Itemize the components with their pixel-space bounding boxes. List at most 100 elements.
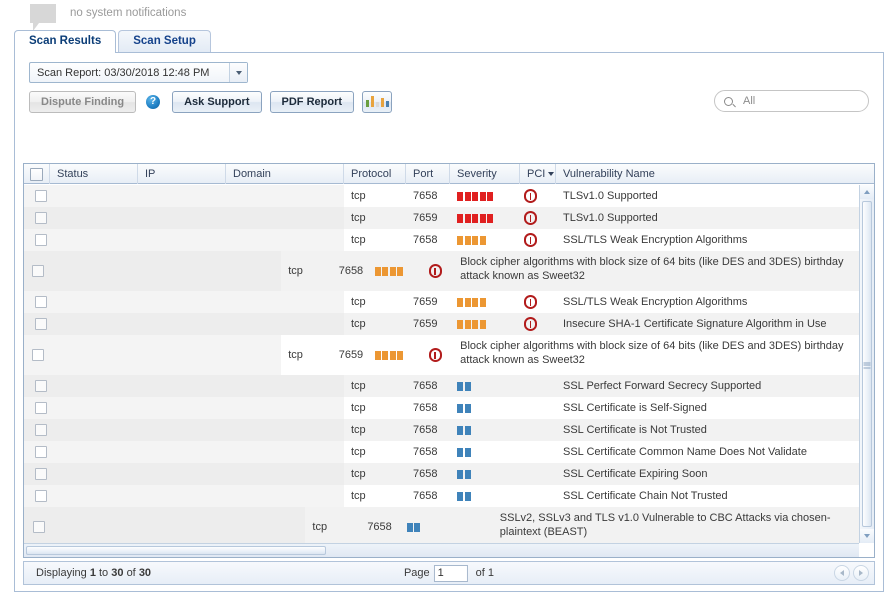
- next-page-button[interactable]: [853, 565, 869, 581]
- row-select-cell[interactable]: [24, 185, 50, 207]
- cell-status: [50, 291, 138, 313]
- search-input[interactable]: [741, 94, 859, 108]
- row-select-cell[interactable]: [24, 229, 50, 251]
- previous-page-button[interactable]: [834, 565, 850, 581]
- horizontal-scrollbar[interactable]: [24, 543, 859, 557]
- row-select-cell[interactable]: [24, 507, 47, 543]
- table-row[interactable]: tcp 7659 TLSv1.0 Supported: [24, 207, 874, 229]
- severity-indicator: [457, 469, 472, 479]
- grid-header-vulnerability-name[interactable]: Vulnerability Name: [556, 164, 874, 184]
- row-checkbox[interactable]: [34, 212, 47, 224]
- row-checkbox[interactable]: [31, 349, 44, 361]
- table-row[interactable]: tcp 7658 SSL Certificate Common Name Does …: [24, 441, 874, 463]
- cell-protocol: tcp: [351, 402, 366, 414]
- cell-ip: [138, 229, 226, 251]
- table-row[interactable]: tcp 7659 Block cipher algorithms with bloc…: [24, 335, 874, 375]
- row-checkbox[interactable]: [34, 296, 47, 308]
- table-row[interactable]: tcp 7658 SSLv2, SSLv3 and TLS v1.0 Vulnera…: [24, 507, 874, 543]
- scroll-up-icon[interactable]: [860, 185, 874, 199]
- scan-report-select[interactable]: Scan Report: 03/30/2018 12:48 PM: [29, 62, 249, 83]
- grid-header-select-all[interactable]: [24, 164, 50, 184]
- display-prefix: Displaying: [36, 567, 87, 579]
- row-checkbox[interactable]: [34, 402, 47, 414]
- select-all-checkbox[interactable]: [30, 167, 43, 181]
- help-icon[interactable]: ?: [146, 95, 161, 109]
- table-row[interactable]: tcp 7658 TLSv1.0 Supported: [24, 185, 874, 207]
- cell-port: 7659: [413, 296, 438, 308]
- row-select-cell[interactable]: [24, 375, 50, 397]
- row-checkbox[interactable]: [34, 234, 47, 246]
- cell-protocol: tcp: [351, 190, 366, 202]
- row-select-cell[interactable]: [24, 291, 50, 313]
- row-select-cell[interactable]: [24, 207, 50, 229]
- table-row[interactable]: tcp 7658 Block cipher algorithms with bloc…: [24, 251, 874, 291]
- grid-body: tcp 7658 TLSv1.0 Supported tcp 7659 TLSv1.0 S…: [24, 185, 874, 543]
- dispute-finding-button[interactable]: Dispute Finding: [29, 91, 137, 113]
- grid-header-row: Status IP Domain Protocol Port Severity …: [24, 164, 874, 184]
- row-checkbox[interactable]: [34, 490, 47, 502]
- table-row[interactable]: tcp 7659 SSL/TLS Weak Encryption Algorithm…: [24, 291, 874, 313]
- display-of-word: of: [126, 567, 136, 579]
- vertical-scroll-thumb[interactable]: [862, 201, 872, 527]
- grid-header-port[interactable]: Port: [406, 164, 450, 184]
- cell-port: 7658: [413, 424, 438, 436]
- row-checkbox[interactable]: [34, 446, 47, 458]
- table-row[interactable]: tcp 7658 SSL Certificate Chain Not Trusted: [24, 485, 874, 507]
- cell-ip: [138, 185, 226, 207]
- row-select-cell[interactable]: [24, 397, 50, 419]
- row-checkbox[interactable]: [34, 468, 47, 480]
- table-row[interactable]: tcp 7659 Insecure SHA-1 Certificate Signat…: [24, 313, 874, 335]
- table-row[interactable]: tcp 7658 SSL/TLS Weak Encryption Algorithm…: [24, 229, 874, 251]
- search-box[interactable]: [714, 90, 869, 112]
- table-row[interactable]: tcp 7658 SSL Perfect Forward Secrecy Suppo…: [24, 375, 874, 397]
- grid-header-severity[interactable]: Severity: [450, 164, 520, 184]
- cell-pci: [520, 485, 556, 507]
- row-select-cell[interactable]: [24, 463, 50, 485]
- row-select-cell[interactable]: [24, 335, 45, 375]
- cell-port: 7658: [367, 521, 392, 533]
- bar-chart-icon-button[interactable]: [362, 91, 393, 113]
- severity-indicator: [457, 403, 472, 413]
- row-checkbox[interactable]: [31, 265, 44, 277]
- tab-scan-setup[interactable]: Scan Setup: [118, 30, 211, 52]
- grid-header-pci-label: PCI: [527, 168, 546, 180]
- display-from: 1: [89, 567, 96, 579]
- vertical-scrollbar[interactable]: [859, 185, 874, 543]
- ask-support-button[interactable]: Ask Support: [172, 91, 262, 113]
- grid-header-pci[interactable]: PCI: [520, 164, 556, 184]
- cell-port: 7658: [413, 468, 438, 480]
- row-select-cell[interactable]: [24, 485, 50, 507]
- row-checkbox[interactable]: [32, 521, 45, 533]
- row-checkbox[interactable]: [34, 424, 47, 436]
- grid-header-status[interactable]: Status: [50, 164, 138, 184]
- cell-domain: [186, 251, 282, 291]
- table-row[interactable]: tcp 7658 SSL Certificate is Self-Signed: [24, 397, 874, 419]
- row-checkbox[interactable]: [34, 318, 47, 330]
- grid-header-domain[interactable]: Domain: [226, 164, 344, 184]
- cell-severity: [450, 229, 520, 251]
- cell-severity: [450, 375, 520, 397]
- page-number-input[interactable]: [433, 564, 468, 582]
- scroll-grip-icon: [863, 361, 871, 368]
- cell-vulnerability-name: SSLv2, SSLv3 and TLS v1.0 Vulnerable to …: [499, 512, 831, 538]
- pci-fail-icon: [524, 211, 537, 225]
- row-select-cell[interactable]: [24, 419, 50, 441]
- cell-status: [50, 313, 138, 335]
- table-row[interactable]: tcp 7658 SSL Certificate Expiring Soon: [24, 463, 874, 485]
- display-to: 30: [111, 567, 124, 579]
- row-select-cell[interactable]: [24, 441, 50, 463]
- notification-bar: no system notifications: [0, 0, 892, 31]
- scroll-down-icon[interactable]: [860, 529, 874, 543]
- grid-header-ip[interactable]: IP: [138, 164, 226, 184]
- tab-scan-results[interactable]: Scan Results: [14, 30, 117, 53]
- cell-pci: [425, 251, 453, 291]
- pdf-report-button[interactable]: PDF Report: [269, 91, 355, 113]
- row-select-cell[interactable]: [24, 313, 50, 335]
- scan-report-select-label: Scan Report: 03/30/2018 12:48 PM: [37, 66, 210, 79]
- row-checkbox[interactable]: [34, 190, 47, 202]
- grid-header-protocol[interactable]: Protocol: [344, 164, 406, 184]
- table-row[interactable]: tcp 7658 SSL Certificate is Not Trusted: [24, 419, 874, 441]
- row-checkbox[interactable]: [34, 380, 47, 392]
- horizontal-scroll-thumb[interactable]: [26, 546, 326, 555]
- row-select-cell[interactable]: [24, 251, 45, 291]
